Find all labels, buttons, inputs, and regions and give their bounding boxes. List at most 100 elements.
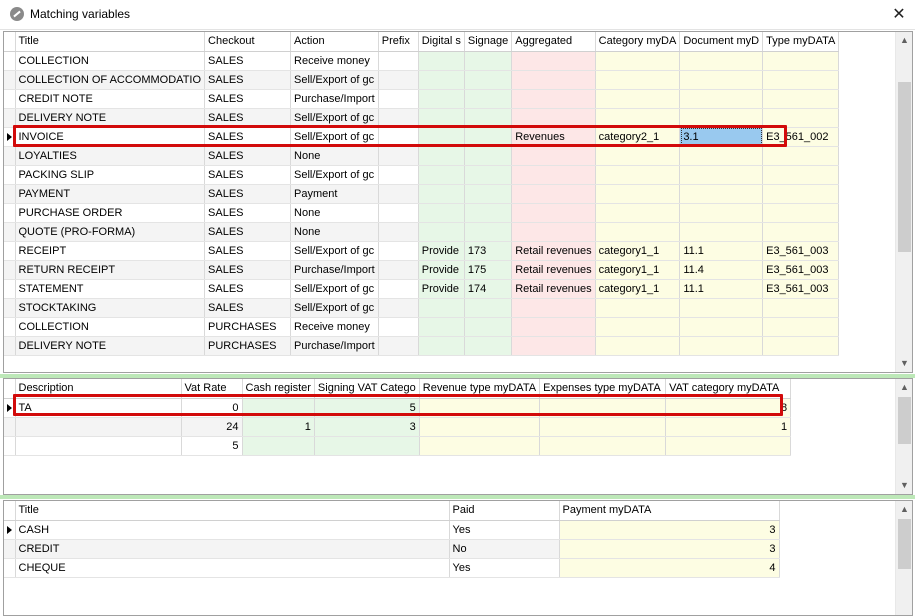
table-cell[interactable]: 3 [314,417,420,437]
column-header[interactable]: Description [15,379,182,399]
table-cell[interactable] [595,108,681,128]
table-row[interactable]: PAYMENT SALES Payment [4,184,840,204]
table-cell[interactable] [511,184,596,204]
table-cell[interactable]: 3 [559,520,780,540]
table-cell[interactable] [464,203,513,223]
documents-scrollbar[interactable]: ▲ ▼ [895,32,912,372]
table-cell[interactable] [539,436,667,456]
table-cell[interactable] [595,51,681,71]
table-row[interactable]: LOYALTIES SALES None [4,146,840,166]
column-header[interactable]: Cash register [242,379,315,399]
table-cell[interactable] [762,222,840,242]
table-cell[interactable] [762,203,840,223]
scroll-thumb[interactable] [898,519,911,569]
table-cell[interactable]: RECEIPT [15,241,206,261]
table-cell[interactable]: None [290,222,379,242]
table-cell[interactable]: Receive money [290,317,379,337]
table-cell[interactable]: Yes [449,520,560,540]
table-cell[interactable]: SALES [204,222,292,242]
table-cell[interactable]: Sell/Export of gc [290,165,379,185]
column-header[interactable]: VAT category myDATA [665,379,792,399]
scroll-down-icon[interactable]: ▼ [896,355,912,372]
scroll-thumb[interactable] [898,397,911,444]
table-cell[interactable] [378,241,419,261]
row-indicator[interactable] [4,520,16,540]
table-cell[interactable]: SALES [204,108,292,128]
row-indicator[interactable] [4,298,16,318]
table-cell[interactable]: SALES [204,241,292,261]
table-row[interactable]: CASH Yes 3 [4,520,780,540]
column-header[interactable]: Checkout [204,32,292,52]
vat-grid[interactable]: Description Vat Rate Cash register Signing … [3,378,913,495]
table-cell[interactable] [762,70,840,90]
table-cell[interactable]: 5 [181,436,243,456]
table-cell[interactable]: None [290,146,379,166]
row-indicator[interactable] [4,127,16,147]
table-cell[interactable] [419,436,541,456]
table-cell[interactable] [679,184,764,204]
table-cell[interactable]: SALES [204,279,292,299]
column-header[interactable]: Digital s [418,32,465,52]
table-row[interactable]: DELIVERY NOTE PURCHASES Purchase/Import [4,336,840,356]
table-cell[interactable]: SALES [204,89,292,109]
table-cell[interactable] [378,70,419,90]
table-cell[interactable]: Sell/Export of gc [290,108,379,128]
table-cell[interactable]: SALES [204,184,292,204]
table-cell[interactable] [464,298,513,318]
table-cell[interactable]: SALES [204,298,292,318]
row-indicator[interactable] [4,317,16,337]
table-cell[interactable]: Provide [418,260,465,280]
table-cell[interactable]: E3_561_003 [762,279,840,299]
table-row[interactable]: QUOTE (PRO-FORMA) SALES None [4,222,840,242]
table-cell[interactable] [418,317,465,337]
table-cell[interactable]: Retail revenues [511,279,596,299]
table-cell[interactable] [511,89,596,109]
close-icon[interactable]: ✕ [886,4,912,26]
table-cell[interactable]: Sell/Export of gc [290,241,379,261]
table-row[interactable]: CREDIT NOTE SALES Purchase/Import [4,89,840,109]
table-cell[interactable]: INVOICE [15,127,206,147]
table-row[interactable]: CREDIT No 3 [4,539,780,559]
table-cell[interactable]: CREDIT [15,539,450,559]
table-cell[interactable] [418,203,465,223]
column-header[interactable]: Prefix [378,32,419,52]
table-cell[interactable]: COLLECTION OF ACCOMMODATIO [15,70,206,90]
table-cell[interactable] [378,184,419,204]
table-cell[interactable] [539,417,667,437]
table-cell[interactable]: 175 [464,260,513,280]
table-cell[interactable]: TA [15,398,182,418]
table-cell[interactable] [679,336,764,356]
table-cell[interactable] [378,279,419,299]
table-cell[interactable]: Purchase/Import [290,89,379,109]
table-row[interactable]: COLLECTION SALES Receive money [4,51,840,71]
table-cell[interactable] [511,108,596,128]
table-cell[interactable] [418,298,465,318]
table-cell[interactable]: No [449,539,560,559]
column-header[interactable]: Expenses type myDATA [539,379,667,399]
payments-grid[interactable]: Title Paid Payment myDATA CASH Yes 3 CREDIT No… [3,500,913,616]
documents-grid[interactable]: Title Checkout Action Prefix Digital s Signag… [3,31,913,373]
table-cell[interactable] [418,70,465,90]
table-cell[interactable] [378,317,419,337]
table-cell[interactable] [419,398,541,418]
table-cell[interactable]: category1_1 [595,260,681,280]
column-header[interactable]: Title [15,32,206,52]
column-header[interactable]: Revenue type myDATA [419,379,541,399]
table-cell[interactable]: 11.1 [679,241,764,261]
column-header[interactable]: Paid [449,501,560,521]
vat-scrollbar[interactable]: ▲ ▼ [895,379,912,494]
table-cell[interactable] [418,89,465,109]
table-cell[interactable]: SALES [204,127,292,147]
row-indicator[interactable] [4,436,16,456]
table-row[interactable]: 24 1 3 1 [4,417,792,437]
table-cell[interactable]: PURCHASE ORDER [15,203,206,223]
table-cell[interactable]: Sell/Export of gc [290,279,379,299]
table-cell[interactable]: CREDIT NOTE [15,89,206,109]
row-indicator[interactable] [4,89,16,109]
table-cell[interactable] [595,336,681,356]
table-cell[interactable]: 1 [665,417,792,437]
table-cell[interactable] [679,70,764,90]
table-row[interactable]: COLLECTION OF ACCOMMODATIO SALES Sell/Expo… [4,70,840,90]
row-indicator[interactable] [4,108,16,128]
table-cell[interactable]: 24 [181,417,243,437]
